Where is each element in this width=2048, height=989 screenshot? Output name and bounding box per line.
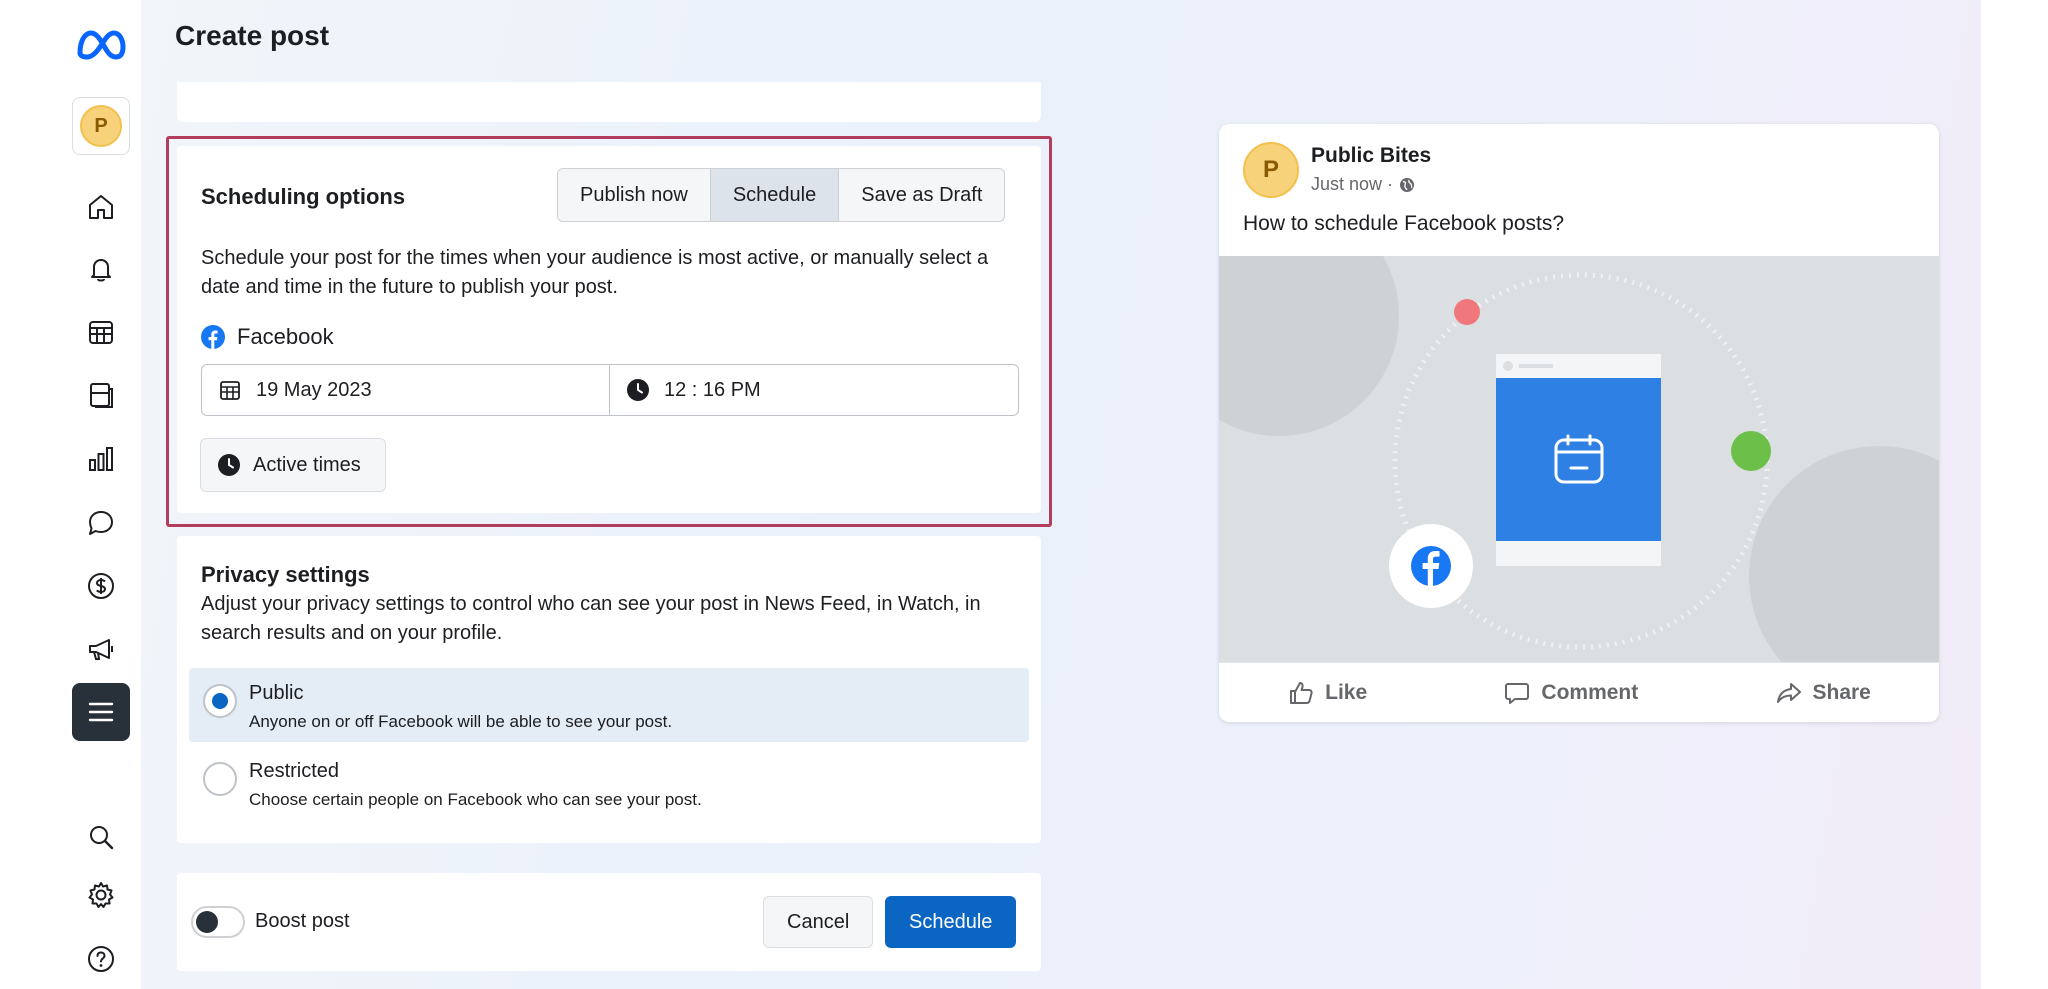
search-icon	[90, 826, 114, 850]
chat-bubble-icon	[89, 511, 113, 535]
schedule-button[interactable]: Schedule	[885, 896, 1017, 948]
facebook-icon	[201, 325, 225, 349]
sidebar-item-monetization[interactable]	[72, 557, 130, 615]
sidebar-item-help[interactable]	[72, 930, 130, 988]
avatar: P	[80, 105, 122, 147]
calendar-icon	[220, 381, 240, 400]
platform-label: Facebook	[237, 324, 334, 349]
restricted-description: Choose certain people on Facebook who ca…	[249, 790, 702, 809]
comment-icon	[1505, 682, 1530, 704]
sidebar-item-content[interactable]	[72, 366, 130, 424]
content-icon	[90, 383, 113, 408]
app-window: P Create post Scheduling options Publish…	[0, 0, 1981, 989]
meta-logo-icon	[77, 30, 126, 60]
share-label: Share	[1812, 680, 1871, 704]
datetime-picker: 19 May 2023 12 : 16 PM	[201, 364, 1019, 416]
publish-mode-segmented-control: Publish now Schedule Save as Draft	[557, 168, 1006, 222]
megaphone-icon	[89, 639, 113, 660]
scheduling-title: Scheduling options	[201, 184, 406, 209]
boost-post-label: Boost post	[255, 910, 350, 932]
restricted-radio[interactable]	[203, 762, 237, 796]
time-field[interactable]: 12 : 16 PM	[610, 365, 761, 415]
sidebar-item-all-tools[interactable]	[72, 683, 130, 741]
footer-bar: Boost post Cancel Schedule	[177, 873, 1041, 971]
public-description: Anyone on or off Facebook will be able t…	[249, 712, 673, 731]
thumbs-up-icon	[1290, 681, 1313, 704]
privacy-description: Adjust your privacy settings to control …	[201, 593, 981, 644]
sidebar-item-notifications[interactable]	[72, 240, 130, 298]
preview-action-bar: Like Comment Share	[1219, 662, 1939, 722]
privacy-settings-card: Privacy settings Adjust your privacy set…	[177, 536, 1041, 843]
gear-icon	[88, 882, 114, 908]
public-radio[interactable]	[203, 684, 237, 718]
date-field[interactable]: 19 May 2023	[202, 365, 610, 415]
preview-avatar: P	[1243, 142, 1299, 198]
platform-row: Facebook	[201, 324, 334, 350]
sidebar-item-ads[interactable]	[72, 620, 130, 678]
page-title: Create post	[175, 20, 330, 51]
cancel-button[interactable]: Cancel	[763, 896, 874, 948]
scheduling-options-card: Scheduling options Publish now Schedule …	[177, 146, 1041, 513]
bell-icon	[91, 259, 111, 282]
date-value: 19 May 2023	[256, 378, 372, 401]
sidebar-item-settings[interactable]	[72, 866, 130, 924]
privacy-option-restricted[interactable]: Restricted Choose certain people on Face…	[189, 746, 1029, 820]
clock-icon	[218, 454, 240, 476]
save-as-draft-button[interactable]: Save as Draft	[839, 169, 1005, 221]
sidebar-item-inbox[interactable]	[72, 494, 130, 552]
sidebar: P	[0, 0, 141, 989]
restricted-label: Restricted	[249, 760, 340, 782]
page-avatar[interactable]: P	[72, 97, 130, 155]
share-icon	[1776, 682, 1801, 703]
scheduling-description: Schedule your post for the times when yo…	[201, 247, 989, 298]
meta-logo[interactable]	[72, 16, 130, 74]
preview-post-text: How to schedule Facebook posts?	[1243, 212, 1565, 235]
active-times-label: Active times	[253, 453, 361, 476]
comment-label: Comment	[1541, 680, 1639, 704]
preview-meta: Just now ·	[1311, 174, 1415, 195]
sidebar-item-home[interactable]	[72, 178, 130, 236]
home-icon	[89, 195, 113, 219]
bar-chart-icon	[89, 447, 113, 471]
schedule-tab-button[interactable]: Schedule	[710, 169, 840, 221]
like-button[interactable]: Like	[1287, 679, 1367, 707]
sidebar-item-search[interactable]	[72, 808, 130, 866]
dollar-icon	[88, 573, 114, 599]
comment-button[interactable]: Comment	[1503, 679, 1638, 707]
preview-page-name: Public Bites	[1311, 144, 1432, 167]
calendar-grid-icon	[89, 321, 113, 344]
menu-icon	[88, 702, 114, 722]
privacy-title: Privacy settings	[201, 562, 370, 587]
public-label: Public	[249, 682, 304, 704]
sidebar-item-planner[interactable]	[72, 303, 130, 361]
time-value: 12 : 16 PM	[664, 378, 761, 401]
preview-timestamp: Just now ·	[1311, 174, 1394, 194]
preview-post-image	[1219, 256, 1939, 662]
like-label: Like	[1325, 680, 1368, 704]
share-button[interactable]: Share	[1775, 679, 1871, 707]
privacy-option-public[interactable]: Public Anyone on or off Facebook will be…	[189, 668, 1029, 742]
clock-icon	[627, 379, 649, 401]
previous-section-card	[177, 82, 1041, 122]
boost-post-toggle[interactable]	[191, 906, 245, 938]
post-preview: P Public Bites Just now · How to schedul…	[1219, 124, 1939, 722]
sidebar-item-insights[interactable]	[72, 430, 130, 488]
help-icon	[88, 946, 114, 972]
globe-icon	[1400, 177, 1415, 192]
publish-now-button[interactable]: Publish now	[558, 169, 711, 221]
active-times-button[interactable]: Active times	[200, 438, 386, 492]
